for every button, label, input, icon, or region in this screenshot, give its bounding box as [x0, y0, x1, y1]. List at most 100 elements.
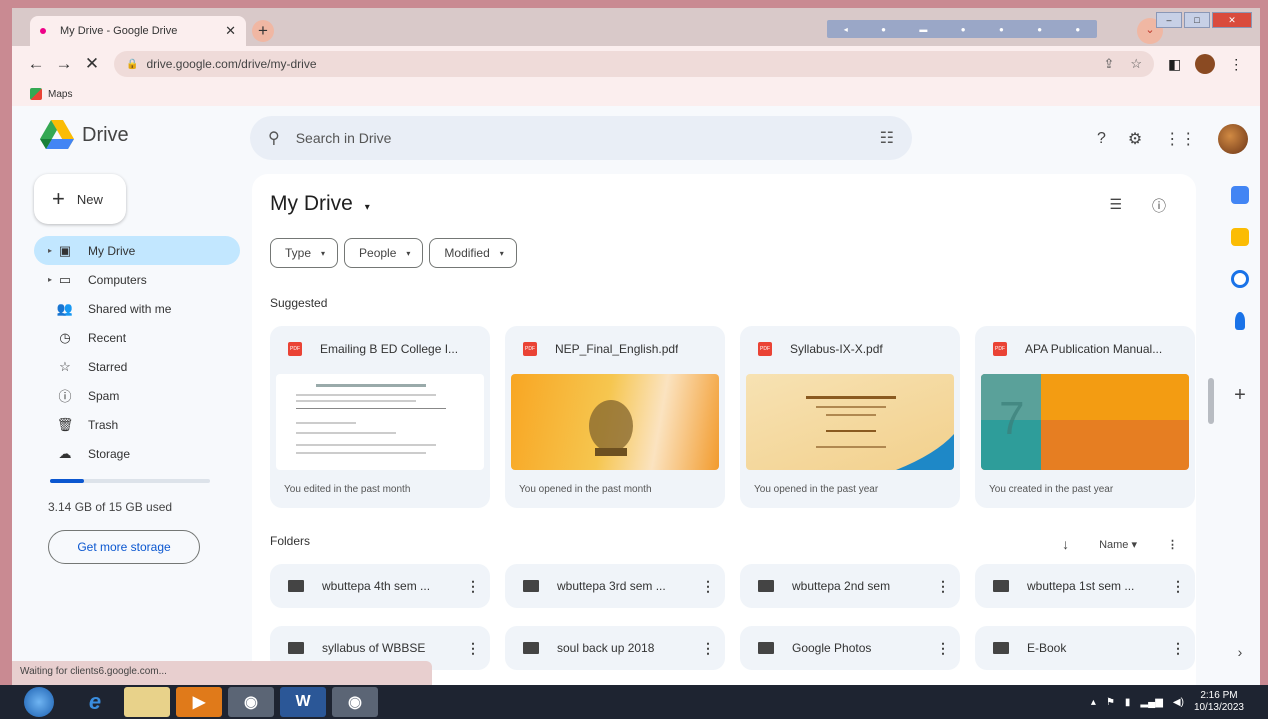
drive-logo[interactable]: Drive — [40, 120, 129, 150]
flag-icon[interactable]: ⚑ — [1106, 697, 1115, 708]
folder-menu-icon[interactable]: ⋮ — [936, 578, 950, 595]
folder-menu-icon[interactable]: ⋮ — [936, 640, 950, 657]
activity-note: You created in the past year — [989, 484, 1114, 495]
chrome-icon[interactable]: ◉ — [332, 687, 378, 717]
folder-icon — [993, 642, 1009, 654]
start-button[interactable] — [24, 687, 54, 717]
folder-menu-icon[interactable]: ⋮ — [466, 640, 480, 657]
share-icon[interactable]: ⇪ — [1103, 56, 1114, 72]
file-name: Emailing B ED College I... — [320, 342, 459, 356]
storage-meter-fill — [50, 479, 84, 483]
chevron-down-icon: ▾ — [406, 248, 411, 258]
sort-direction-icon[interactable]: ↓ — [1062, 536, 1069, 552]
details-info-icon[interactable]: ⓘ — [1152, 196, 1166, 216]
ie-icon[interactable]: e — [72, 687, 118, 717]
sidebar-item-trash[interactable]: 🗑 Trash — [34, 410, 240, 439]
close-window-button[interactable]: ✕ — [1212, 12, 1252, 28]
help-icon[interactable]: ? — [1097, 130, 1106, 148]
media-player-icon[interactable]: ▶ — [176, 687, 222, 717]
pdf-icon: PDF — [758, 342, 772, 356]
account-avatar[interactable] — [1218, 124, 1249, 154]
menu-icon[interactable]: ⋮ — [1229, 56, 1243, 73]
folder-item[interactable]: wbuttepa 1st sem ... ⋮ — [975, 564, 1195, 608]
folder-item[interactable]: E-Book ⋮ — [975, 626, 1195, 670]
page-title[interactable]: My Drive ▾ — [270, 192, 370, 216]
folder-item[interactable]: Google Photos ⋮ — [740, 626, 960, 670]
folder-menu-icon[interactable]: ⋮ — [701, 578, 715, 595]
apps-grid-icon[interactable]: ⋮⋮ — [1164, 129, 1196, 149]
stop-icon[interactable]: ✕ — [78, 54, 106, 74]
keep-icon[interactable] — [1231, 228, 1249, 246]
suggested-file-card[interactable]: PDF Syllabus-IX-X.pdf You opened in the p… — [740, 326, 960, 508]
signal-icon[interactable]: ▂▄▆ — [1140, 697, 1162, 708]
profile-avatar[interactable] — [1195, 54, 1216, 74]
close-tab-icon[interactable]: ✕ — [225, 23, 236, 39]
filter-modified-chip[interactable]: Modified ▾ — [429, 238, 517, 268]
sidebar-item-shared[interactable]: 👥 Shared with me — [34, 294, 240, 323]
sort-by-dropdown[interactable]: Name ▾ — [1099, 538, 1137, 551]
filter-people-chip[interactable]: People ▾ — [344, 238, 424, 268]
maximize-button[interactable]: □ — [1184, 12, 1210, 28]
folder-item[interactable]: soul back up 2018 ⋮ — [505, 626, 725, 670]
forward-icon[interactable]: → — [50, 54, 78, 74]
sidebar-item-label: Starred — [88, 359, 128, 374]
sidebar-item-recent[interactable]: ◷ Recent — [34, 323, 240, 352]
sidebar-item-computers[interactable]: ▸ ▭ Computers — [34, 265, 240, 294]
word-icon[interactable]: W — [280, 687, 326, 717]
filter-chips: Type ▾ People ▾ Modified ▾ — [270, 238, 517, 268]
list-view-icon[interactable]: ☰ — [1109, 196, 1122, 216]
suggested-file-card[interactable]: PDF Emailing B ED College I... You edite… — [270, 326, 490, 508]
folder-item[interactable]: wbuttepa 2nd sem ⋮ — [740, 564, 960, 608]
chevron-right-icon[interactable]: › — [1238, 644, 1243, 660]
sidepanel-icon[interactable]: ◧ — [1168, 56, 1181, 73]
url-text: drive.google.com/drive/my-drive — [146, 57, 317, 71]
bookmark-maps[interactable]: Maps — [48, 89, 72, 100]
volume-icon[interactable]: ◀) — [1173, 697, 1184, 708]
sidebar-item-storage[interactable]: ☁ Storage — [34, 439, 240, 468]
minimize-button[interactable]: – — [1156, 12, 1182, 28]
activity-note: You opened in the past month — [519, 484, 652, 495]
folder-item[interactable]: wbuttepa 4th sem ... ⋮ — [270, 564, 490, 608]
clock[interactable]: 2:16 PM 10/13/2023 — [1194, 690, 1244, 714]
filter-type-chip[interactable]: Type ▾ — [270, 238, 339, 268]
back-icon[interactable]: ← — [22, 54, 50, 74]
more-options-icon[interactable]: ⋮ — [1167, 538, 1178, 551]
add-addon-icon[interactable]: + — [1234, 384, 1246, 407]
new-tab-button[interactable]: + — [252, 20, 274, 42]
scrollbar-thumb[interactable] — [1208, 378, 1214, 424]
file-explorer-icon[interactable] — [124, 687, 170, 717]
get-more-storage-button[interactable]: Get more storage — [48, 530, 200, 564]
expand-caret-icon[interactable]: ▸ — [48, 246, 56, 255]
chrome-icon[interactable]: ◉ — [228, 687, 274, 717]
folder-menu-icon[interactable]: ⋮ — [466, 578, 480, 595]
calendar-icon[interactable] — [1231, 186, 1249, 204]
sidebar-item-spam[interactable]: ⓘ Spam — [34, 381, 240, 410]
folder-menu-icon[interactable]: ⋮ — [1171, 640, 1185, 657]
folder-menu-icon[interactable]: ⋮ — [1171, 578, 1185, 595]
lock-icon[interactable]: 🔒 — [126, 59, 138, 70]
tasks-icon[interactable] — [1231, 270, 1249, 288]
expand-caret-icon[interactable]: ▸ — [48, 275, 56, 284]
search-options-icon[interactable]: ☷ — [880, 128, 894, 148]
folder-name: E-Book — [1027, 641, 1067, 655]
sidebar-item-label: Spam — [88, 388, 120, 403]
folder-item[interactable]: wbuttepa 3rd sem ... ⋮ — [505, 564, 725, 608]
suggested-file-card[interactable]: PDF APA Publication Manual... 7 You creat… — [975, 326, 1195, 508]
sidebar-item-my-drive[interactable]: ▸ ▣ My Drive — [34, 236, 240, 265]
search-input[interactable]: ⚲ Search in Drive ☷ — [250, 116, 912, 160]
network-icon[interactable]: ▮ — [1125, 697, 1131, 708]
contacts-icon[interactable] — [1235, 312, 1245, 330]
suggested-file-card[interactable]: PDF NEP_Final_English.pdf You opened in t… — [505, 326, 725, 508]
file-thumbnail — [746, 374, 954, 470]
search-icon[interactable]: ⚲ — [268, 128, 280, 148]
folder-menu-icon[interactable]: ⋮ — [701, 640, 715, 657]
url-field[interactable]: 🔒 drive.google.com/drive/my-drive ⇪ ☆ — [114, 51, 1154, 77]
settings-gear-icon[interactable]: ⚙ — [1128, 129, 1142, 149]
new-button[interactable]: + New — [34, 174, 126, 224]
browser-tab[interactable]: My Drive - Google Drive ✕ — [30, 16, 246, 46]
bookmark-star-icon[interactable]: ☆ — [1130, 56, 1142, 72]
sidebar-item-starred[interactable]: ☆ Starred — [34, 352, 240, 381]
file-name: NEP_Final_English.pdf — [555, 342, 679, 356]
clock-date: 10/13/2023 — [1193, 702, 1244, 713]
tray-arrow-icon[interactable]: ▴ — [1091, 697, 1096, 708]
